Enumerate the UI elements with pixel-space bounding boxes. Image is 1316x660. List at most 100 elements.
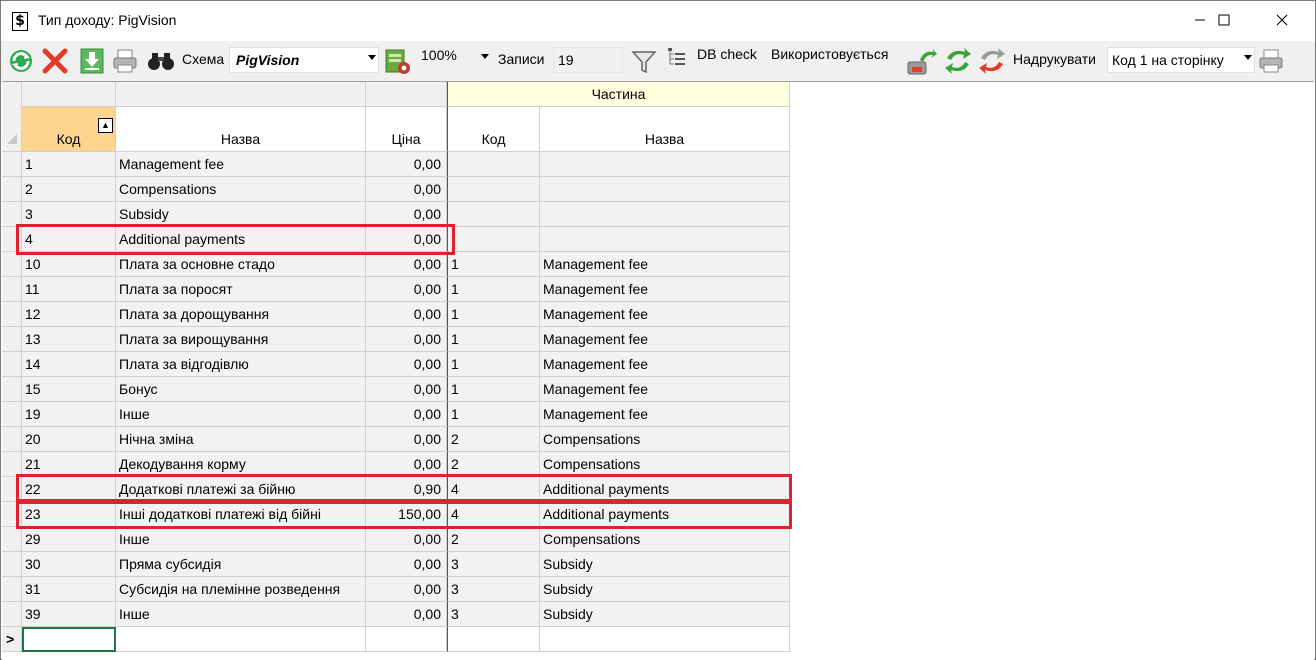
tree-button[interactable] <box>667 47 687 70</box>
table-cell-name[interactable]: Пряма субсидія <box>116 552 366 577</box>
row-header[interactable] <box>2 177 22 202</box>
table-cell-name[interactable]: Декодування корму <box>116 452 366 477</box>
table-cell-part-code[interactable]: 1 <box>447 377 540 402</box>
table-cell-part-code[interactable]: 2 <box>447 527 540 552</box>
row-header[interactable] <box>2 527 22 552</box>
table-cell-part-code[interactable]: 1 <box>447 302 540 327</box>
table-cell-part-code[interactable]: 2 <box>447 452 540 477</box>
table-cell-name[interactable]: Нічна зміна <box>116 427 366 452</box>
row-header[interactable] <box>2 552 22 577</box>
table-cell-code[interactable]: 20 <box>22 427 116 452</box>
table-cell-part-name[interactable]: Management fee <box>540 402 790 427</box>
header-part-code[interactable]: Код <box>447 107 540 152</box>
table-cell-part-code[interactable]: 4 <box>447 502 540 527</box>
table-cell-price[interactable]: 0,00 <box>366 602 447 627</box>
scheme-select[interactable]: PigVision <box>229 47 379 73</box>
print-mode-select[interactable]: Код 1 на сторінку <box>1107 47 1255 73</box>
table-cell-part-code[interactable] <box>447 177 540 202</box>
table-cell-name[interactable]: Додаткові платежі за бійню <box>116 477 366 502</box>
row-header[interactable] <box>2 277 22 302</box>
table-cell-price[interactable]: 0,00 <box>366 327 447 352</box>
used-button[interactable]: Використовується <box>771 46 888 62</box>
table-cell-part-name[interactable]: Additional payments <box>540 477 790 502</box>
table-cell-part-name[interactable]: Management fee <box>540 277 790 302</box>
table-cell-code[interactable]: 13 <box>22 327 116 352</box>
table-cell-part-name[interactable]: Compensations <box>540 452 790 477</box>
table-cell-part-name[interactable]: Management fee <box>540 352 790 377</box>
table-cell-name[interactable]: Інше <box>116 602 366 627</box>
sort-ascending-icon[interactable]: ▲ <box>98 118 113 133</box>
table-cell-name[interactable]: Плата за основне стадо <box>116 252 366 277</box>
table-cell-code[interactable]: 29 <box>22 527 116 552</box>
table-cell-part-code[interactable]: 3 <box>447 552 540 577</box>
table-cell-code[interactable]: 4 <box>22 227 116 252</box>
table-cell-price[interactable]: 0,00 <box>366 227 447 252</box>
table-cell-part-name[interactable] <box>540 177 790 202</box>
table-cell-part-code[interactable]: 1 <box>447 352 540 377</box>
row-header[interactable] <box>2 477 22 502</box>
table-cell-name[interactable]: Субсидія на племінне розведення <box>116 577 366 602</box>
table-cell-code[interactable]: 31 <box>22 577 116 602</box>
table-cell-price[interactable]: 0,00 <box>366 202 447 227</box>
table-cell-price[interactable]: 0,00 <box>366 552 447 577</box>
table-cell-name[interactable]: Плата за вирощування <box>116 327 366 352</box>
row-header[interactable] <box>2 152 22 177</box>
table-cell-price[interactable]: 0,00 <box>366 452 447 477</box>
row-header[interactable] <box>2 577 22 602</box>
print-preview-button[interactable] <box>111 47 139 78</box>
header-name[interactable]: Назва <box>116 107 366 152</box>
table-cell-price[interactable]: 0,00 <box>366 252 447 277</box>
table-cell-price[interactable]: 0,00 <box>366 427 447 452</box>
db-check-button[interactable]: DB check <box>697 46 757 62</box>
row-header[interactable] <box>2 202 22 227</box>
table-cell-part-name[interactable]: Additional payments <box>540 502 790 527</box>
new-row-code-input[interactable] <box>22 627 116 652</box>
table-cell-code[interactable]: 1 <box>22 152 116 177</box>
table-cell-part-name[interactable] <box>540 152 790 177</box>
table-cell-name[interactable]: Інші додаткові платежі від бійні <box>116 502 366 527</box>
header-part-name[interactable]: Назва <box>540 107 790 152</box>
table-cell-part-name[interactable]: Management fee <box>540 327 790 352</box>
table-cell-part-code[interactable]: 1 <box>447 252 540 277</box>
row-header[interactable] <box>2 302 22 327</box>
table-cell-part-name[interactable]: Management fee <box>540 377 790 402</box>
table-cell-part-code[interactable]: 4 <box>447 477 540 502</box>
table-cell-price[interactable]: 0,00 <box>366 577 447 602</box>
table-cell-name[interactable]: Плата за відгодівлю <box>116 352 366 377</box>
table-cell-part-code[interactable]: 3 <box>447 602 540 627</box>
table-cell-part-code[interactable]: 1 <box>447 277 540 302</box>
row-header[interactable] <box>2 402 22 427</box>
table-cell-code[interactable]: 3 <box>22 202 116 227</box>
table-cell-code[interactable]: 22 <box>22 477 116 502</box>
table-cell-name[interactable]: Плата за дорощування <box>116 302 366 327</box>
table-cell-name[interactable]: Бонус <box>116 377 366 402</box>
table-cell-code[interactable]: 19 <box>22 402 116 427</box>
close-button[interactable] <box>1259 1 1305 41</box>
new-row-price[interactable] <box>366 627 447 652</box>
table-cell-code[interactable]: 11 <box>22 277 116 302</box>
table-cell-code[interactable]: 23 <box>22 502 116 527</box>
new-row-name[interactable] <box>116 627 366 652</box>
table-cell-part-name[interactable]: Management fee <box>540 252 790 277</box>
table-cell-price[interactable]: 0,00 <box>366 277 447 302</box>
table-cell-part-code[interactable]: 1 <box>447 327 540 352</box>
row-header[interactable] <box>2 452 22 477</box>
table-cell-part-code[interactable]: 1 <box>447 402 540 427</box>
row-header[interactable] <box>2 227 22 252</box>
table-cell-code[interactable]: 12 <box>22 302 116 327</box>
new-row-part-name[interactable] <box>540 627 790 652</box>
table-cell-code[interactable]: 15 <box>22 377 116 402</box>
transfer-button[interactable] <box>943 46 973 79</box>
table-cell-price[interactable]: 0,00 <box>366 352 447 377</box>
new-row-header[interactable]: > <box>2 627 22 652</box>
table-cell-part-code[interactable] <box>447 152 540 177</box>
table-cell-name[interactable]: Additional payments <box>116 227 366 252</box>
share-button[interactable] <box>906 46 938 79</box>
zoom-select[interactable]: 100% <box>417 47 493 73</box>
table-cell-part-name[interactable]: Compensations <box>540 427 790 452</box>
table-cell-code[interactable]: 39 <box>22 602 116 627</box>
table-cell-part-code[interactable] <box>447 202 540 227</box>
table-cell-name[interactable]: Subsidy <box>116 202 366 227</box>
table-cell-price[interactable]: 0,00 <box>366 152 447 177</box>
table-cell-code[interactable]: 30 <box>22 552 116 577</box>
